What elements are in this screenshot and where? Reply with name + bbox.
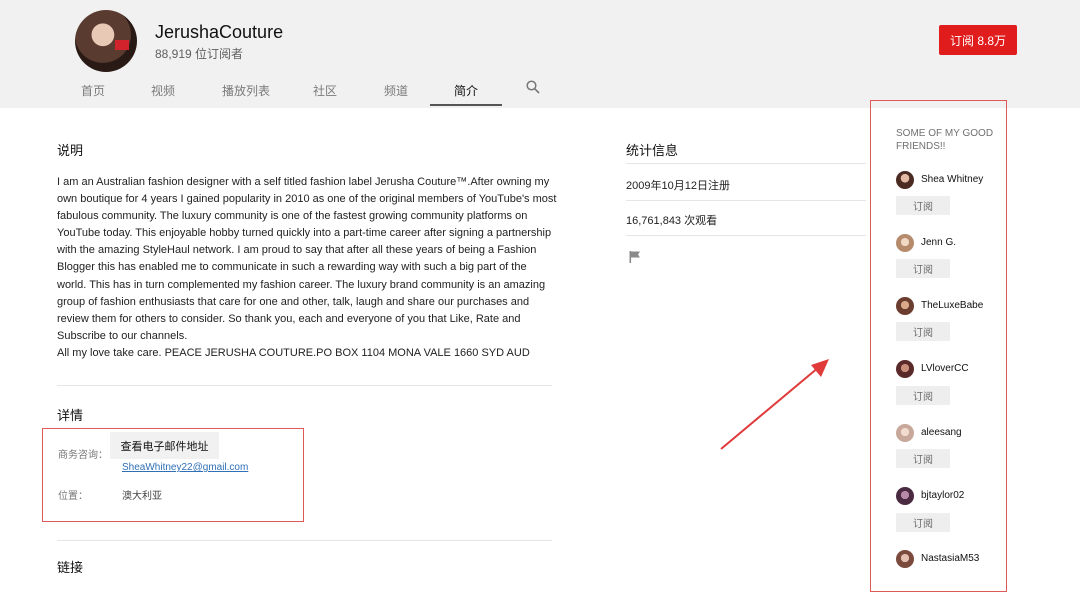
friend-subscribe-button[interactable]: 订阅 <box>896 196 950 215</box>
channel-name[interactable]: JerushaCouture <box>155 22 283 43</box>
friend-name[interactable]: Jenn G. <box>921 237 956 248</box>
tab-playlists[interactable]: 播放列表 <box>222 82 270 99</box>
friend-avatar[interactable] <box>896 171 914 189</box>
search-icon[interactable] <box>526 80 540 94</box>
view-email-button[interactable]: 查看电子邮件地址 <box>110 432 219 459</box>
friend-subscribe-button[interactable]: 订阅 <box>896 322 950 341</box>
tab-about[interactable]: 简介 <box>454 82 478 99</box>
friend-subscribe-button[interactable]: 订阅 <box>896 449 950 468</box>
friend-subscribe-button[interactable]: 订阅 <box>896 386 950 405</box>
email-link[interactable]: SheaWhitney22@gmail.com <box>122 462 248 473</box>
channel-avatar[interactable] <box>75 10 137 72</box>
friend-avatar[interactable] <box>896 360 914 378</box>
divider <box>626 235 866 236</box>
friend-name[interactable]: Shea Whitney <box>921 174 983 185</box>
friend-name[interactable]: LVloverCC <box>921 363 969 374</box>
tab-home[interactable]: 首页 <box>81 82 105 99</box>
location-label: 位置： <box>58 491 88 502</box>
location-value: 澳大利亚 <box>122 491 162 502</box>
friend-name[interactable]: NastasiaM53 <box>921 553 979 564</box>
channel-description: I am an Australian fashion designer with… <box>57 176 557 359</box>
stats-heading: 统计信息 <box>626 143 679 158</box>
view-count: 16,761,843 次观看 <box>626 215 718 227</box>
featured-channels-title: SOME OF MY GOOD FRIENDS!! <box>896 128 994 152</box>
active-tab-indicator <box>430 104 502 106</box>
friend-name[interactable]: bjtaylor02 <box>921 490 964 501</box>
friend-subscribe-button[interactable]: 订阅 <box>896 513 950 532</box>
friend-avatar[interactable] <box>896 297 914 315</box>
friend-avatar[interactable] <box>896 424 914 442</box>
subscriber-count: 88,919 位订阅者 <box>155 47 244 61</box>
divider <box>626 200 866 201</box>
description-heading: 说明 <box>57 143 84 158</box>
links-heading: 链接 <box>57 560 84 575</box>
friend-avatar[interactable] <box>896 487 914 505</box>
business-inquiry-label: 商务咨询： <box>58 450 108 461</box>
subscribe-button[interactable]: 订阅 8.8万 <box>939 25 1017 55</box>
friend-name[interactable]: aleesang <box>921 427 962 438</box>
tab-channels[interactable]: 频道 <box>384 82 408 99</box>
friend-subscribe-button[interactable]: 订阅 <box>896 259 950 278</box>
details-heading: 详情 <box>57 408 84 423</box>
friend-name[interactable]: TheLuxeBabe <box>921 300 983 311</box>
divider <box>57 385 552 386</box>
tab-videos[interactable]: 视频 <box>151 82 175 99</box>
friend-avatar[interactable] <box>896 550 914 568</box>
flag-icon[interactable] <box>628 250 642 264</box>
joined-date: 2009年10月12日注册 <box>626 180 730 192</box>
divider <box>57 540 552 541</box>
friend-avatar[interactable] <box>896 234 914 252</box>
annotation-arrow <box>720 359 829 450</box>
divider <box>626 163 866 164</box>
tab-community[interactable]: 社区 <box>313 82 337 99</box>
